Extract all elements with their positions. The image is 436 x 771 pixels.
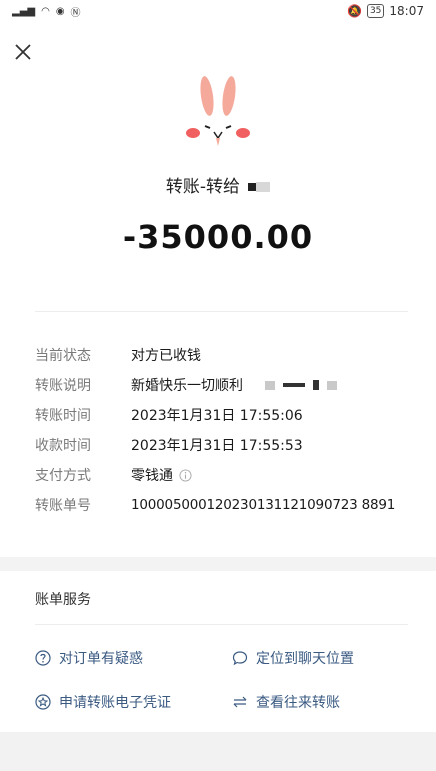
service-label: 查看往来转账: [256, 695, 340, 711]
status-right: 🔕 35 18:07: [347, 4, 424, 18]
section-title: 账单服务: [35, 592, 91, 608]
status-left: ▂▄▆ ◠ ◉ Ⓝ: [12, 4, 81, 19]
divider: [35, 311, 408, 312]
bottom-area: [0, 732, 436, 771]
detail-label: 支付方式: [35, 468, 91, 484]
divider: [35, 624, 408, 625]
detail-row-transfer-time: 转账时间 2023年1月31日 17:55:06: [35, 400, 395, 430]
detail-row-receive-time: 收款时间 2023年1月31日 17:55:53: [35, 430, 395, 460]
section-separator: [0, 557, 436, 571]
nfc-icon: Ⓝ: [70, 8, 81, 19]
detail-value-text: 零钱通: [131, 468, 173, 484]
redacted-marks: [265, 380, 337, 390]
detail-value: 零钱通: [131, 465, 192, 485]
redacted-mark: [248, 183, 257, 191]
redacted-mark: [327, 380, 337, 390]
service-view-transfers[interactable]: 查看往来转账: [232, 692, 340, 712]
service-order-question[interactable]: 对订单有疑惑: [35, 648, 143, 668]
detail-value: 新婚快乐一切顺利: [131, 375, 337, 395]
detail-label: 转账说明: [35, 378, 91, 394]
service-label: 定位到聊天位置: [256, 651, 354, 667]
chat-bubble-icon: [232, 651, 248, 666]
question-icon: [35, 650, 51, 666]
detail-row-order-id: 转账单号 100005000120230131121090723 8891: [35, 490, 395, 520]
detail-label: 收款时间: [35, 438, 91, 454]
transfer-arrows-icon: [233, 696, 247, 708]
detail-row-status: 当前状态 对方已收钱: [35, 340, 395, 370]
detail-row-payment-method: 支付方式 零钱通: [35, 460, 395, 490]
detail-value: 100005000120230131121090723 8891: [131, 497, 396, 513]
detail-label: 转账单号: [35, 498, 91, 514]
detail-value: 2023年1月31日 17:55:53: [131, 438, 303, 454]
detail-value: 2023年1月31日 17:55:06: [131, 408, 303, 424]
detail-label: 转账时间: [35, 408, 91, 424]
redacted-mark: [265, 380, 275, 390]
close-icon: [15, 44, 31, 60]
mute-icon: 🔕: [347, 4, 362, 18]
redacted-mark: [256, 182, 271, 192]
redacted-mark: [313, 380, 319, 390]
battery-icon: 35: [366, 4, 385, 18]
detail-label: 当前状态: [35, 348, 91, 364]
certificate-icon: [35, 694, 51, 710]
service-label: 对订单有疑惑: [59, 651, 143, 667]
redacted-mark: [283, 383, 305, 387]
bunny-avatar-icon: [186, 76, 250, 152]
detail-row-note: 转账说明 新婚快乐一切顺利: [35, 370, 395, 400]
service-request-certificate[interactable]: 申请转账电子凭证: [35, 692, 171, 712]
signal-icon: ▂▄▆: [12, 6, 36, 17]
service-locate-chat[interactable]: 定位到聊天位置: [232, 648, 354, 668]
transfer-amount: -35000.00: [122, 218, 314, 256]
eye-icon: ◉: [55, 6, 65, 17]
avatar: [183, 76, 253, 154]
details-list: 当前状态 对方已收钱 转账说明 新婚快乐一切顺利 转账时间 2023年1月31日…: [35, 340, 395, 520]
detail-value: 对方已收钱: [131, 348, 201, 364]
wifi-icon: ◠: [41, 6, 50, 17]
service-label: 申请转账电子凭证: [59, 695, 171, 711]
page-title: 转账-转给: [0, 172, 436, 197]
time: 18:07: [389, 4, 424, 18]
info-icon[interactable]: [179, 468, 192, 482]
status-bar: ▂▄▆ ◠ ◉ Ⓝ 🔕 35 18:07: [0, 0, 436, 26]
title-text: 转账-转给: [165, 177, 241, 197]
detail-value-text: 新婚快乐一切顺利: [131, 378, 243, 394]
close-button[interactable]: [13, 42, 33, 62]
